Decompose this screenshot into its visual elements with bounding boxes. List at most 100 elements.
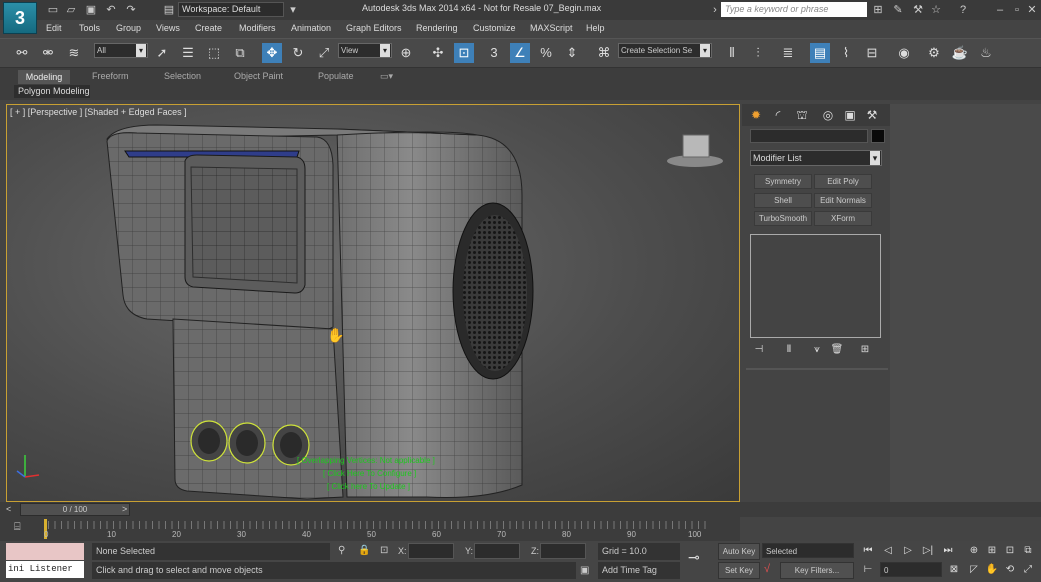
menu-customize[interactable]: Customize [473, 23, 516, 33]
menu-modifiers[interactable]: Modifiers [239, 23, 276, 33]
layer-manager-icon[interactable]: ≣ [778, 43, 798, 63]
selection-lock-icon[interactable]: 🔒 [358, 545, 370, 556]
field-of-view-icon[interactable]: ◸ [966, 562, 982, 577]
edit-named-selection-icon[interactable]: ⌘ [594, 43, 614, 63]
qa-customize-icon[interactable]: ▾ [286, 3, 300, 17]
z-coord-field[interactable] [540, 543, 586, 559]
menu-help[interactable]: Help [586, 23, 605, 33]
rectangular-selection-icon[interactable]: ⬚ [204, 43, 224, 63]
key-mode-toggle-icon[interactable]: ⊢ [860, 562, 876, 577]
remove-modifier-icon[interactable]: 🗑 [828, 344, 846, 358]
maximize-viewport-icon[interactable]: ⤢ [1020, 562, 1036, 577]
menu-group[interactable]: Group [116, 23, 141, 33]
save-file-icon[interactable]: ▣ [84, 3, 98, 17]
maxscript-mini-input[interactable] [6, 543, 84, 560]
render-setup-icon[interactable]: ⚙ [924, 43, 944, 63]
select-object-icon[interactable]: ➚ [152, 43, 172, 63]
mirror-icon[interactable]: ⫴ [722, 43, 742, 63]
y-coord-field[interactable] [474, 543, 520, 559]
redo-icon[interactable]: ↷ [124, 3, 138, 17]
align-icon[interactable]: ⫶ [748, 43, 768, 63]
chevron-right-icon[interactable]: › [708, 3, 722, 17]
time-config-icon[interactable]: ⊠ [946, 562, 962, 577]
add-time-tag[interactable]: Add Time Tag [598, 562, 680, 579]
restore-icon[interactable]: ▫ [1010, 3, 1024, 17]
symmetry-button[interactable]: Symmetry [754, 174, 812, 189]
search-input[interactable]: Type a keyword or phrase [721, 2, 867, 17]
zoom-extents-icon[interactable]: ⊡ [1002, 543, 1018, 558]
ribbon-tab-populate[interactable]: Populate [318, 71, 354, 81]
isolate-selection-icon[interactable]: ⚲ [338, 545, 345, 556]
xform-button[interactable]: XForm [814, 211, 872, 226]
menu-tools[interactable]: Tools [79, 23, 100, 33]
hierarchy-tab-icon[interactable]: ⛫ [792, 106, 812, 124]
minimize-icon[interactable]: – [993, 3, 1007, 17]
pan-view-icon[interactable]: ✋ [984, 562, 1000, 577]
keyboard-shortcut-toggle-icon[interactable]: ⊡ [454, 43, 474, 63]
curve-editor-icon[interactable]: ⌇ [836, 43, 856, 63]
configure-link[interactable]: [ Click Here To Configure ] [323, 469, 416, 478]
menu-animation[interactable]: Animation [291, 23, 331, 33]
rendered-frame-icon[interactable]: ☕ [950, 43, 970, 63]
communication-icon[interactable]: ✎ [891, 3, 905, 17]
key-filters-button[interactable]: Key Filters... [780, 562, 854, 579]
menu-graph-editors[interactable]: Graph Editors [346, 23, 402, 33]
undo-icon[interactable]: ↶ [104, 3, 118, 17]
ribbon-tab-selection[interactable]: Selection [164, 71, 201, 81]
select-move-icon[interactable]: ✥ [262, 43, 282, 63]
auto-key-button[interactable]: Auto Key [718, 543, 760, 560]
new-file-icon[interactable]: ▭ [46, 3, 60, 17]
select-by-name-icon[interactable]: ☰ [178, 43, 198, 63]
tools-icon[interactable]: ⚒ [911, 3, 925, 17]
snaps-toggle-icon[interactable]: 3 [484, 43, 504, 63]
prev-frame-icon[interactable]: < [6, 504, 11, 514]
make-unique-icon[interactable]: ⩛ [808, 344, 826, 358]
menu-create[interactable]: Create [195, 23, 222, 33]
named-selection-dropdown[interactable]: Create Selection Se [618, 43, 712, 58]
track-bar[interactable]: ⌸ 0 10 20 30 40 50 60 70 80 90 100 [0, 517, 740, 541]
binoculars-icon[interactable]: ⊞ [871, 3, 885, 17]
graphite-toggle-icon[interactable]: ▤ [810, 43, 830, 63]
modify-tab-icon[interactable]: ◜ [768, 106, 788, 124]
set-key-button[interactable]: Set Key [718, 562, 760, 579]
percent-snap-icon[interactable]: % [536, 43, 556, 63]
configure-modifier-sets-icon[interactable]: ⊞ [856, 344, 874, 358]
render-production-icon[interactable]: ♨ [976, 43, 996, 63]
next-key-icon[interactable]: ▷| [920, 543, 936, 558]
orbit-icon[interactable]: ⟲ [1002, 562, 1018, 577]
update-link[interactable]: [ Click here To Update ] [327, 482, 410, 491]
unlink-icon[interactable]: ⚮ [38, 43, 58, 63]
current-frame-field[interactable]: 0 [880, 562, 942, 577]
prev-key-icon[interactable]: ◁ [880, 543, 896, 558]
object-color-swatch[interactable] [871, 129, 885, 143]
selection-filter-dropdown[interactable]: All [94, 43, 148, 58]
menu-edit[interactable]: Edit [46, 23, 62, 33]
bind-spacewarp-icon[interactable]: ≋ [64, 43, 84, 63]
close-icon[interactable]: ✕ [1025, 3, 1039, 17]
zoom-all-icon[interactable]: ⊞ [984, 543, 1000, 558]
time-slider[interactable]: 0 / 100 [20, 503, 130, 516]
select-manipulate-icon[interactable]: ✣ [428, 43, 448, 63]
display-tab-icon[interactable]: ▣ [840, 106, 860, 124]
next-frame-icon[interactable]: > [122, 504, 127, 514]
goto-end-icon[interactable]: ⏭ [940, 543, 956, 558]
turbosmooth-button[interactable]: TurboSmooth [754, 211, 812, 226]
open-file-icon[interactable]: ▱ [64, 3, 78, 17]
maxscript-listener[interactable]: ini Listener [6, 561, 84, 578]
schematic-view-icon[interactable]: ⊟ [862, 43, 882, 63]
project-folder-icon[interactable]: ▤ [162, 3, 176, 17]
window-crossing-icon[interactable]: ⧉ [230, 43, 250, 63]
edit-poly-button[interactable]: Edit Poly [814, 174, 872, 189]
modifier-stack-list[interactable] [750, 234, 881, 338]
utilities-tab-icon[interactable]: ⚒ [862, 106, 882, 124]
shell-button[interactable]: Shell [754, 193, 812, 208]
polygon-modeling-panel[interactable]: Polygon Modeling [14, 85, 90, 98]
create-tab-icon[interactable]: ✹ [746, 106, 766, 124]
object-name-field[interactable] [750, 129, 868, 143]
help-icon[interactable]: ? [956, 3, 970, 17]
spinner-snap-icon[interactable]: ⇕ [562, 43, 582, 63]
key-tangent-icon[interactable]: √ [764, 563, 770, 575]
absolute-mode-icon[interactable]: ⊡ [380, 545, 388, 556]
perspective-viewport[interactable]: [ + ] [Perspective ] [Shaded + Edged Fac… [6, 104, 740, 502]
menu-views[interactable]: Views [156, 23, 180, 33]
